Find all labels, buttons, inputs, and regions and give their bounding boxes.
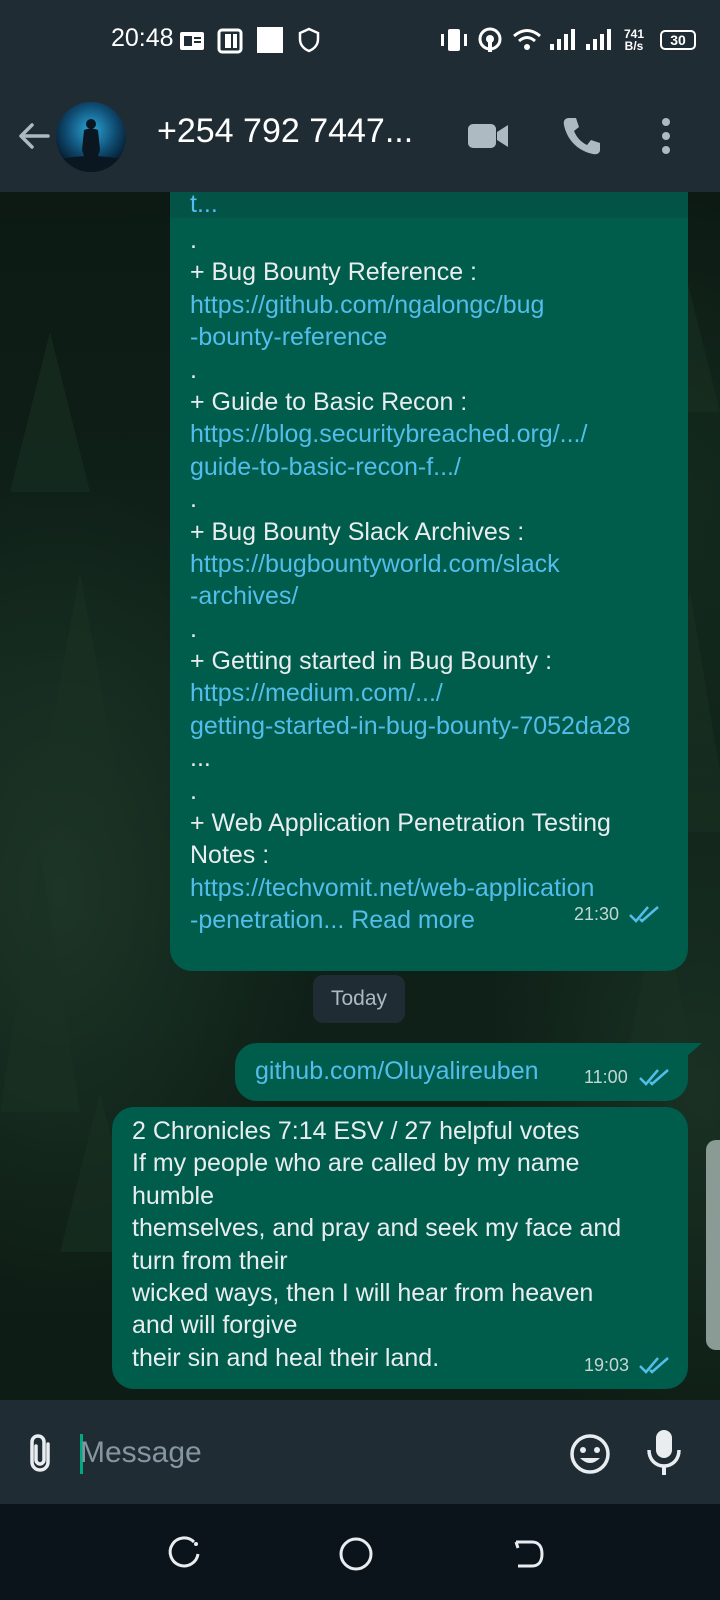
read-receipt-icon bbox=[629, 906, 659, 923]
message-link-line[interactable]: https://bugbountyworld.com/slack bbox=[190, 548, 670, 580]
battery-indicator: 30 bbox=[660, 30, 696, 50]
wifi-icon bbox=[513, 29, 541, 50]
signal-icon-2 bbox=[586, 29, 611, 50]
message-text-line: + Bug Bounty Slack Archives : bbox=[190, 517, 525, 546]
message-text-line: + Getting started in Bug Bounty : bbox=[190, 647, 553, 676]
message-bubble-outgoing[interactable]: t... . + Bug Bounty Reference : https://gi… bbox=[170, 192, 688, 971]
date-divider: Today bbox=[313, 975, 405, 1023]
wallpaper-tree bbox=[0, 852, 80, 1112]
chat-area[interactable]: t... . + Bug Bounty Reference : https://gi… bbox=[0, 192, 720, 1400]
message-text-line: + Web Application Penetration Testing bbox=[190, 809, 611, 838]
message-bubble-outgoing[interactable]: 2 Chronicles 7:14 ESV / 27 helpful votes… bbox=[112, 1107, 688, 1389]
read-receipt-icon bbox=[639, 1357, 669, 1374]
message-text: . + Bug Bounty Reference : https://github.… bbox=[190, 224, 670, 937]
message-text-line: . bbox=[190, 776, 197, 805]
status-bar: 20:48 741 B/s 30 bbox=[0, 0, 720, 80]
message-link-line[interactable]: guide-to-basic-recon-f.../ bbox=[190, 451, 670, 483]
message-text-line: . bbox=[190, 226, 197, 254]
video-call-icon[interactable] bbox=[466, 114, 510, 158]
voice-call-icon[interactable] bbox=[560, 114, 604, 158]
message-text-line: themselves, and pray and seek my face an… bbox=[132, 1214, 622, 1243]
message-text: 2 Chronicles 7:14 ESV / 27 helpful votes… bbox=[132, 1115, 672, 1374]
message-link-line[interactable]: -archives/ bbox=[190, 580, 670, 612]
home-button-icon[interactable] bbox=[336, 1534, 376, 1574]
recents-button-icon[interactable] bbox=[164, 1534, 204, 1574]
wallpaper-tree bbox=[10, 332, 90, 492]
message-time: 21:30 bbox=[574, 904, 620, 924]
read-more-link[interactable]: Read more bbox=[351, 906, 475, 934]
microphone-icon[interactable] bbox=[644, 1428, 684, 1478]
message-text-line: + Guide to Basic Recon : bbox=[190, 387, 468, 416]
message-text-line: . bbox=[190, 614, 197, 643]
scroll-handle[interactable] bbox=[706, 1140, 720, 1350]
back-arrow-icon[interactable] bbox=[14, 116, 54, 156]
message-time: 19:03 bbox=[584, 1355, 630, 1375]
wallpaper-tree bbox=[40, 572, 120, 792]
message-text-line: Notes : bbox=[190, 841, 270, 870]
message-text-line: . bbox=[190, 355, 197, 384]
message-bubble-outgoing[interactable]: github.com/Oluyalireuben 11:00 bbox=[235, 1043, 688, 1101]
message-time: 11:00 bbox=[584, 1067, 628, 1087]
message-text-line: + Bug Bounty Reference : bbox=[190, 258, 477, 287]
read-receipt-icon bbox=[639, 1069, 669, 1086]
message-text-line: ... bbox=[190, 744, 211, 773]
message-text-line: wicked ways, then I will hear from heave… bbox=[132, 1278, 594, 1307]
message-link-line[interactable]: -penetration... bbox=[190, 906, 344, 934]
outlook-notification-icon bbox=[180, 32, 204, 50]
message-text-line: turn from their bbox=[132, 1246, 288, 1275]
attach-icon[interactable] bbox=[22, 1432, 62, 1476]
message-link-line[interactable]: https://github.com/ngalongc/bug bbox=[190, 289, 670, 321]
quoted-preview: t... bbox=[170, 192, 688, 218]
contact-avatar[interactable] bbox=[56, 102, 126, 172]
vibrate-icon bbox=[441, 29, 467, 51]
app-notification-icon bbox=[217, 28, 243, 54]
system-nav-bar bbox=[0, 1504, 720, 1600]
truncated-text: t... bbox=[190, 192, 218, 218]
square-notification-icon bbox=[257, 27, 283, 53]
message-link[interactable]: github.com/Oluyalireuben bbox=[255, 1057, 539, 1086]
network-speed-unit: B/s bbox=[624, 39, 644, 53]
hotspot-icon bbox=[478, 27, 502, 52]
message-composer bbox=[0, 1400, 720, 1504]
more-options-icon[interactable] bbox=[644, 114, 688, 158]
avatar-silhouette bbox=[56, 119, 126, 172]
shield-icon bbox=[298, 27, 320, 53]
signal-icon-1 bbox=[550, 29, 575, 50]
message-text-line: 2 Chronicles 7:14 ESV / 27 helpful votes bbox=[132, 1117, 580, 1145]
message-text-line: . bbox=[190, 485, 197, 514]
message-link-line[interactable]: -bounty-reference bbox=[190, 321, 670, 353]
message-link-line[interactable]: https://techvomit.net/web-application bbox=[190, 872, 670, 904]
message-input[interactable] bbox=[80, 1428, 540, 1478]
message-text-line: and will forgive bbox=[132, 1311, 298, 1340]
back-button-icon[interactable] bbox=[508, 1534, 548, 1574]
bubble-tail bbox=[686, 1043, 702, 1057]
contact-name[interactable]: +254 792 7447... bbox=[157, 112, 413, 151]
status-time: 20:48 bbox=[111, 24, 174, 52]
message-text-line: If my people who are called by my name bbox=[132, 1149, 580, 1178]
emoji-icon[interactable] bbox=[568, 1432, 612, 1476]
message-link-line[interactable]: getting-started-in-bug-bounty-7052da28 bbox=[190, 710, 670, 742]
message-text-line: humble bbox=[132, 1181, 214, 1210]
message-link-line[interactable]: https://medium.com/.../ bbox=[190, 677, 670, 709]
network-speed: 741 B/s bbox=[624, 28, 644, 52]
chat-header: +254 792 7447... bbox=[0, 80, 720, 192]
message-link-line[interactable]: https://blog.securitybreached.org/.../ bbox=[190, 418, 670, 450]
